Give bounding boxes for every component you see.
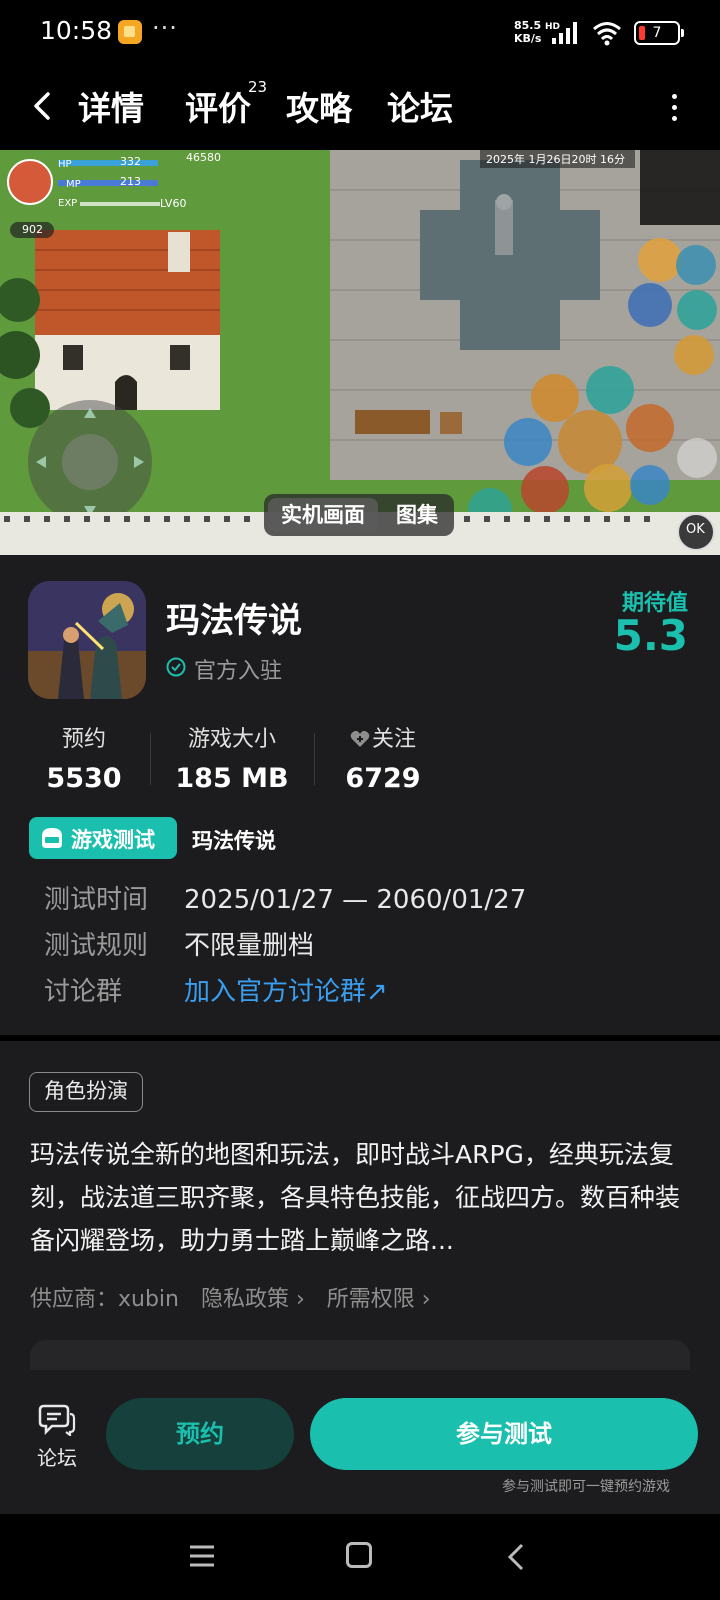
stat-reservations-value: 5530: [46, 763, 122, 791]
reviews-count-badge: 23: [248, 78, 268, 96]
level-label: LV60: [160, 197, 187, 210]
tab-forum[interactable]: 论坛: [387, 82, 453, 130]
game-description[interactable]: 玛法传说全新的地图和玩法，即时战斗ARPG，经典玩法复刻，战法道三职齐聚，各具特…: [30, 1133, 694, 1265]
stat-reservations-label: 预约: [61, 727, 106, 752]
top-nav: 详情 评价 23 攻略 论坛: [0, 64, 720, 150]
mp-label: MP: [66, 179, 81, 190]
mp-value: 213: [120, 175, 141, 188]
forum-button[interactable]: 论坛: [28, 1402, 86, 1471]
more-vertical-icon[interactable]: [670, 94, 678, 122]
exp-label: EXP: [58, 198, 78, 209]
genre-tag[interactable]: 角色扮演: [29, 1072, 143, 1112]
game-timestamp: 2025年 1月26日20时 16分: [486, 153, 625, 166]
test-icon: [42, 828, 62, 848]
follow-button[interactable]: 关注 6729: [338, 721, 428, 791]
game-title: 玛法传说: [166, 601, 302, 641]
tab-details-label: 详情: [78, 89, 144, 128]
reserve-button[interactable]: 预约: [106, 1398, 294, 1470]
join-discussion-group-link[interactable]: 加入官方讨论群↗: [184, 977, 388, 1007]
tab-details[interactable]: 详情: [76, 82, 146, 134]
discussion-group-row: 讨论群 加入官方讨论群↗: [44, 971, 388, 1008]
meta-line: 供应商：xubin 隐私政策 › 所需权限 ›: [30, 1281, 453, 1313]
game-test-badge: 游戏测试: [29, 817, 177, 859]
game-test-label: 游戏测试: [71, 828, 155, 852]
battery-icon: 7: [634, 21, 684, 45]
stat-size-label: 游戏大小: [187, 727, 276, 752]
signal-icon: [552, 22, 577, 44]
follow-label: 关注: [371, 727, 416, 752]
tab-reviews-label: 评价: [185, 89, 251, 128]
test-time-key: 测试时间: [44, 885, 149, 915]
test-time-value: 2025/01/27 — 2060/01/27: [184, 885, 527, 915]
gold-value: 46580: [186, 151, 221, 164]
chat-bubble-icon: [38, 1404, 76, 1436]
home-icon[interactable]: [346, 1542, 372, 1568]
hp-value: 332: [120, 155, 141, 168]
tab-gallery[interactable]: 图集: [386, 498, 448, 532]
supplier-label: 供应商：xubin: [30, 1287, 179, 1312]
system-nav-bar: [0, 1514, 720, 1600]
expectation-score: 5.3: [613, 611, 688, 660]
wifi-icon: [593, 22, 621, 46]
section-divider: [0, 1035, 720, 1041]
test-rule-value: 不限量删档: [184, 931, 315, 961]
system-back-icon[interactable]: [506, 1542, 526, 1572]
recent-apps-icon[interactable]: [188, 1544, 216, 1568]
status-bar: 10:58 ··· 85.5 HD KB/s 7: [0, 0, 720, 64]
test-game-name: 玛法传说: [192, 829, 276, 853]
tab-guides-label: 攻略: [286, 89, 352, 128]
discussion-group-key: 讨论群: [44, 977, 123, 1007]
battery-level: 7: [652, 25, 662, 41]
heart-plus-icon: [350, 730, 370, 747]
game-app-icon: [28, 581, 146, 699]
player-badge: 902: [22, 223, 43, 236]
stat-size-value: 185 MB: [175, 763, 289, 791]
join-test-button[interactable]: 参与测试: [310, 1398, 698, 1470]
bottom-action-bar: 论坛 预约 参与测试 参与测试即可一键预约游戏: [0, 1372, 720, 1514]
join-test-hint: 参与测试即可一键预约游戏: [502, 1479, 670, 1495]
tab-forum-label: 论坛: [387, 89, 453, 128]
hp-label: HP: [58, 159, 72, 170]
stat-game-size: 游戏大小 185 MB: [170, 721, 294, 791]
back-chevron-icon[interactable]: [28, 86, 58, 126]
tab-live-gameplay[interactable]: 实机画面: [268, 498, 378, 532]
stat-reservations: 预约 5530: [36, 721, 132, 791]
follow-count: 6729: [345, 763, 421, 791]
status-more-icon: ···: [152, 14, 178, 42]
net-speed-value: 85.5: [514, 19, 542, 32]
stat-divider: [150, 733, 151, 785]
test-rule-key: 测试规则: [44, 931, 149, 961]
next-card-edge: [30, 1340, 690, 1370]
test-rule-row: 测试规则 不限量删档: [44, 925, 314, 962]
stat-divider: [314, 733, 315, 785]
media-toggle: 实机画面 图集: [264, 494, 454, 536]
notification-app-icon: [118, 20, 142, 44]
ok-button-label: OK: [686, 522, 705, 537]
verified-check-icon: [166, 657, 186, 677]
tab-reviews[interactable]: 评价: [185, 82, 251, 130]
forum-label: 论坛: [37, 1446, 77, 1470]
test-time-row: 测试时间 2025/01/27 — 2060/01/27: [44, 879, 526, 916]
verified-label: 官方入驻: [194, 659, 283, 684]
privacy-policy-link[interactable]: 隐私政策 ›: [201, 1287, 305, 1312]
tab-guides[interactable]: 攻略: [286, 82, 352, 130]
media-gallery[interactable]: HP 332 MP 213 EXP LV60 46580 902 2025年 1…: [0, 150, 720, 555]
status-time: 10:58: [40, 16, 113, 45]
permissions-link[interactable]: 所需权限 ›: [327, 1287, 431, 1312]
